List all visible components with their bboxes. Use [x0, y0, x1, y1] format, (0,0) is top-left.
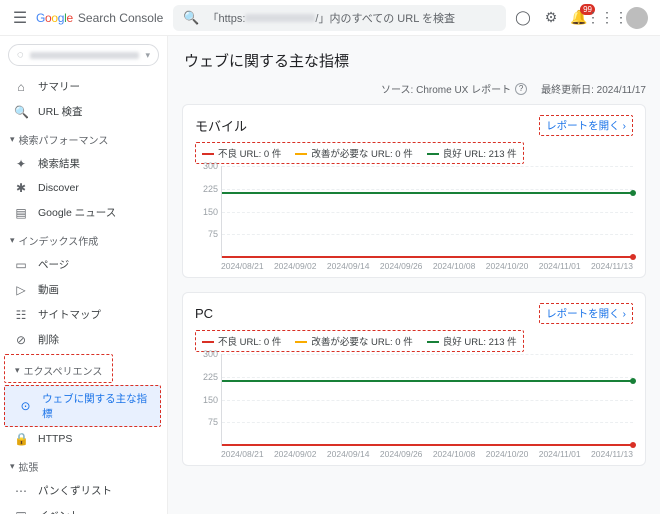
x-axis: 2024/08/212024/09/022024/09/142024/09/26…	[221, 446, 633, 459]
card-title: モバイル	[195, 116, 247, 135]
sidebar-item[interactable]: 🔍 URL 検査	[0, 99, 167, 124]
sidebar-item-label: HTTPS	[38, 433, 72, 445]
legend-item: 不良 URL: 0 件	[202, 334, 281, 348]
sidebar-group-enh[interactable]: ▾拡張	[0, 451, 167, 478]
meta-row: ソース: Chrome UX レポート ? 最終更新日: 2024/11/17	[182, 81, 646, 104]
redacted-domain	[245, 14, 315, 22]
sidebar-item-label: 検索結果	[38, 156, 80, 171]
open-report-link[interactable]: レポートを開く ›	[539, 115, 633, 136]
url-inspect-search[interactable]: 🔍 「https: /」内のすべての URL を検査	[173, 5, 506, 31]
legend-item: 改善が必要な URL: 0 件	[295, 146, 412, 160]
chevron-right-icon: ›	[623, 120, 627, 132]
chart-legend: 不良 URL: 0 件改善が必要な URL: 0 件 良好 URL: 213 件	[195, 142, 524, 164]
sidebar-group-exp[interactable]: ▾エクスペリエンス	[4, 354, 113, 383]
star-icon: ✱	[14, 181, 28, 195]
map-icon: ☷	[14, 308, 28, 322]
sidebar-group-index[interactable]: ▾インデックス作成	[0, 225, 167, 252]
line-chart: 75150225300	[221, 166, 633, 258]
chevron-down-icon: ▾	[10, 235, 15, 246]
page-title: ウェブに関する主な指標	[182, 44, 646, 81]
legend-item: 良好 URL: 213 件	[427, 334, 517, 348]
page-icon: ▭	[14, 258, 28, 272]
open-report-link[interactable]: レポートを開く ›	[539, 303, 633, 324]
sidebar-item[interactable]: ▤ Google ニュース	[0, 200, 167, 225]
x-axis: 2024/08/212024/09/022024/09/142024/09/26…	[221, 258, 633, 271]
sidebar-item[interactable]: ▣ イベント	[0, 503, 167, 514]
speed-icon: ⊙	[19, 399, 32, 413]
sidebar-group-perf[interactable]: ▾検索パフォーマンス	[0, 124, 167, 151]
chart-legend: 不良 URL: 0 件改善が必要な URL: 0 件 良好 URL: 213 件	[195, 330, 524, 352]
sidebar-item-label: Discover	[38, 182, 79, 194]
card-title: PC	[195, 306, 213, 321]
sidebar-item[interactable]: ▭ ページ	[0, 252, 167, 277]
globe-icon: ◌	[17, 49, 24, 61]
apps-icon[interactable]: ⋮⋮⋮	[598, 9, 616, 27]
sidebar-item-label: 動画	[38, 282, 59, 297]
gear-icon: ✦	[14, 157, 28, 171]
logo[interactable]: Google Search Console	[36, 11, 169, 25]
legend-item: 改善が必要な URL: 0 件	[295, 334, 412, 348]
header-actions: ◯ ⚙ 🔔99 ⋮⋮⋮	[510, 7, 652, 29]
avatar[interactable]	[626, 7, 648, 29]
sidebar-item-label: サイトマップ	[38, 307, 101, 322]
sidebar-item[interactable]: ▷ 動画	[0, 277, 167, 302]
sidebar-item[interactable]: ⊙ ウェブに関する主な指標	[4, 385, 161, 427]
video-icon: ▷	[14, 283, 28, 297]
help-icon[interactable]: ◯	[514, 9, 532, 27]
app-header: ☰ Google Search Console 🔍 「https: /」内のすべ…	[0, 0, 660, 36]
sidebar-item[interactable]: ⊘ 削除	[0, 327, 167, 352]
lock-icon: 🔒	[14, 432, 28, 446]
sidebar-item-label: URL 検査	[38, 104, 83, 119]
search-icon: 🔍	[183, 10, 199, 26]
sidebar: ◌ ▾ ⌂ サマリー 🔍 URL 検査 ▾検索パフォーマンス ✦ 検索結果 ✱ Discover…	[0, 36, 168, 514]
sidebar-item[interactable]: ☷ サイトマップ	[0, 302, 167, 327]
sidebar-item-label: サマリー	[38, 79, 80, 94]
product-name: Search Console	[78, 11, 163, 25]
help-badge-icon[interactable]: ?	[515, 83, 527, 95]
chevron-down-icon: ▾	[15, 365, 20, 376]
redacted-property	[30, 52, 140, 59]
trash-icon: ⊘	[14, 333, 28, 347]
chevron-down-icon: ▾	[10, 134, 15, 145]
sidebar-item-label: ページ	[38, 257, 69, 272]
sidebar-item[interactable]: 🔒 HTTPS	[0, 427, 167, 451]
legend-item: 良好 URL: 213 件	[427, 146, 517, 160]
sidebar-item-label: イベント	[38, 508, 80, 514]
news-icon: ▤	[14, 206, 28, 220]
home-icon: ⌂	[14, 80, 28, 94]
legend-item: 不良 URL: 0 件	[202, 146, 281, 160]
users-icon[interactable]: ⚙	[542, 9, 560, 27]
cal-icon: ▣	[14, 509, 28, 514]
hamburger-icon[interactable]: ☰	[8, 8, 32, 28]
sidebar-item[interactable]: ⋯ パンくずリスト	[0, 478, 167, 503]
sidebar-item[interactable]: ⌂ サマリー	[0, 74, 167, 99]
sidebar-item-label: ウェブに関する主な指標	[42, 391, 150, 421]
sidebar-item[interactable]: ✦ 検索結果	[0, 151, 167, 176]
chevron-down-icon: ▾	[145, 50, 150, 61]
chevron-down-icon: ▾	[10, 461, 15, 472]
main-content: ウェブに関する主な指標 ソース: Chrome UX レポート ? 最終更新日:…	[168, 36, 660, 514]
sidebar-item-label: パンくずリスト	[38, 483, 112, 498]
mag-icon: 🔍	[14, 105, 28, 119]
chevron-right-icon: ›	[623, 308, 627, 320]
sidebar-item-label: 削除	[38, 332, 59, 347]
crumbs-icon: ⋯	[14, 484, 28, 498]
chart-card: PC レポートを開く › 不良 URL: 0 件改善が必要な URL: 0 件 良好 …	[182, 292, 646, 466]
chart-card: モバイル レポートを開く › 不良 URL: 0 件改善が必要な URL: 0 件 良…	[182, 104, 646, 278]
property-selector[interactable]: ◌ ▾	[8, 44, 159, 66]
sidebar-item[interactable]: ✱ Discover	[0, 176, 167, 200]
line-chart: 75150225300	[221, 354, 633, 446]
sidebar-item-label: Google ニュース	[38, 205, 116, 220]
